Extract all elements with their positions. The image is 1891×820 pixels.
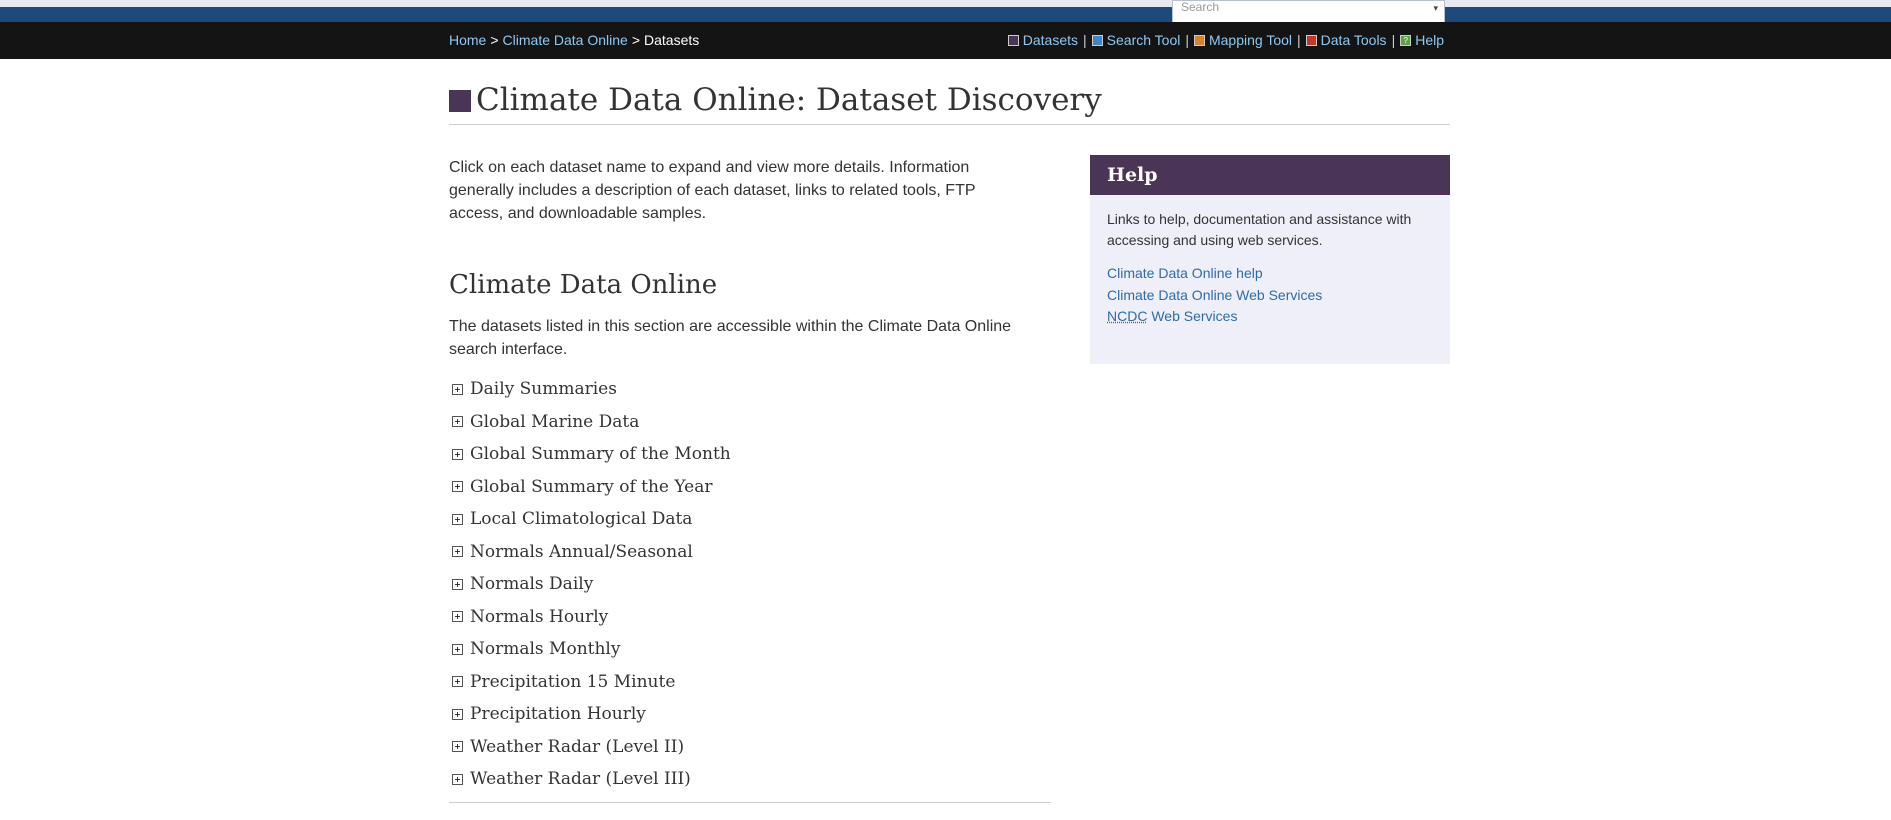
top-header-bar: Search ▾ bbox=[0, 0, 1891, 24]
nav-data-tools-label: Data Tools bbox=[1320, 32, 1387, 48]
page-title: Climate Data Online: Dataset Discovery bbox=[476, 82, 1102, 118]
nav-divider: | bbox=[1083, 32, 1087, 48]
help-heading: Help bbox=[1090, 155, 1450, 195]
nav-divider: | bbox=[1185, 32, 1189, 48]
nav-search-tool-label: Search Tool bbox=[1106, 32, 1181, 48]
expand-plus-icon[interactable] bbox=[452, 611, 463, 623]
cdo-help-link[interactable]: Climate Data Online help bbox=[1107, 263, 1433, 285]
dataset-item-weather-radar-level-3[interactable]: Weather Radar (Level III) bbox=[449, 763, 1051, 796]
expand-plus-icon[interactable] bbox=[452, 416, 463, 428]
section-heading: Climate Data Online bbox=[449, 270, 718, 300]
expand-plus-icon[interactable] bbox=[452, 383, 463, 395]
help-links: Climate Data Online help Climate Data On… bbox=[1107, 263, 1433, 328]
nav-data-tools-link[interactable]: Data Tools bbox=[1305, 32, 1387, 48]
dataset-name[interactable]: Normals Annual/Seasonal bbox=[470, 542, 693, 562]
dataset-name[interactable]: Weather Radar (Level II) bbox=[470, 737, 684, 757]
search-placeholder: Search bbox=[1181, 0, 1220, 14]
mapping-tool-square-icon bbox=[1193, 34, 1205, 46]
expand-plus-icon[interactable] bbox=[452, 643, 463, 655]
dataset-item-normals-annual-seasonal[interactable]: Normals Annual/Seasonal bbox=[449, 536, 1051, 569]
dataset-item-normals-hourly[interactable]: Normals Hourly bbox=[449, 601, 1051, 634]
breadcrumb-current: Datasets bbox=[644, 32, 700, 48]
nav-mapping-tool-label: Mapping Tool bbox=[1208, 32, 1293, 48]
ncdc-web-services-link[interactable]: NCDC Web Services bbox=[1107, 306, 1433, 328]
expand-plus-icon[interactable] bbox=[452, 676, 463, 688]
dataset-item-global-summary-month[interactable]: Global Summary of the Month bbox=[449, 438, 1051, 471]
dataset-item-global-summary-year[interactable]: Global Summary of the Year bbox=[449, 471, 1051, 504]
breadcrumb-cdo-link[interactable]: Climate Data Online bbox=[503, 32, 628, 48]
intro-text: Click on each dataset name to expand and… bbox=[449, 159, 976, 222]
dataset-name[interactable]: Precipitation 15 Minute bbox=[470, 672, 675, 692]
breadcrumb-home-link[interactable]: Home bbox=[449, 32, 486, 48]
dataset-name[interactable]: Normals Monthly bbox=[470, 639, 620, 659]
dataset-list: Daily Summaries Global Marine Data Globa… bbox=[449, 373, 1051, 796]
help-sidebar: Help Links to help, documentation and as… bbox=[1090, 155, 1450, 364]
dataset-name[interactable]: Normals Hourly bbox=[470, 607, 608, 627]
nav-datasets-label: Datasets bbox=[1022, 32, 1079, 48]
dataset-name[interactable]: Global Summary of the Month bbox=[470, 444, 731, 464]
nav-mapping-tool-link[interactable]: Mapping Tool bbox=[1193, 32, 1293, 48]
nav-datasets-link[interactable]: Datasets bbox=[1007, 32, 1079, 48]
section-divider bbox=[449, 802, 1051, 803]
title-accent-square-icon bbox=[449, 90, 471, 112]
ncdc-link-suffix: Web Services bbox=[1147, 308, 1238, 324]
expand-plus-icon[interactable] bbox=[452, 513, 463, 525]
expand-plus-icon[interactable] bbox=[452, 546, 463, 558]
dataset-name[interactable]: Weather Radar (Level III) bbox=[470, 769, 691, 789]
expand-plus-icon[interactable] bbox=[452, 773, 463, 785]
page-title-area: Climate Data Online: Dataset Discovery bbox=[449, 80, 1450, 125]
expand-plus-icon[interactable] bbox=[452, 708, 463, 720]
nav-help-link[interactable]: ? Help bbox=[1400, 32, 1444, 48]
dataset-item-normals-monthly[interactable]: Normals Monthly bbox=[449, 633, 1051, 666]
help-square-icon: ? bbox=[1400, 34, 1412, 46]
cdo-web-services-link[interactable]: Climate Data Online Web Services bbox=[1107, 285, 1433, 307]
nav-help-label: Help bbox=[1415, 32, 1444, 48]
dataset-name[interactable]: Global Marine Data bbox=[470, 412, 639, 432]
data-tools-square-icon bbox=[1305, 34, 1317, 46]
ncdc-abbreviation: NCDC bbox=[1107, 308, 1148, 324]
dataset-item-local-climatological-data[interactable]: Local Climatological Data bbox=[449, 503, 1051, 536]
dataset-name[interactable]: Daily Summaries bbox=[470, 379, 617, 399]
breadcrumb: Home > Climate Data Online > Datasets bbox=[449, 32, 699, 48]
expand-plus-icon[interactable] bbox=[452, 481, 463, 493]
nav-search-tool-link[interactable]: Search Tool bbox=[1091, 32, 1181, 48]
help-description: Links to help, documentation and assista… bbox=[1107, 211, 1412, 248]
chevron-down-icon[interactable]: ▾ bbox=[1433, 3, 1438, 14]
nav-divider: | bbox=[1297, 32, 1301, 48]
dataset-name[interactable]: Local Climatological Data bbox=[470, 509, 692, 529]
expand-plus-icon[interactable] bbox=[452, 448, 463, 460]
dataset-item-precipitation-15-minute[interactable]: Precipitation 15 Minute bbox=[449, 666, 1051, 699]
dataset-item-normals-daily[interactable]: Normals Daily bbox=[449, 568, 1051, 601]
dataset-name[interactable]: Precipitation Hourly bbox=[470, 704, 646, 724]
breadcrumb-separator: > bbox=[490, 32, 499, 48]
expand-plus-icon[interactable] bbox=[452, 741, 463, 753]
dataset-item-global-marine-data[interactable]: Global Marine Data bbox=[449, 406, 1051, 439]
nav-divider: | bbox=[1391, 32, 1396, 48]
breadcrumb-separator: > bbox=[631, 32, 641, 48]
dataset-item-daily-summaries[interactable]: Daily Summaries bbox=[449, 373, 1051, 406]
search-tool-square-icon bbox=[1091, 34, 1103, 46]
site-search-input[interactable]: Search ▾ bbox=[1172, 0, 1445, 24]
datasets-square-icon bbox=[1007, 34, 1019, 46]
dataset-item-weather-radar-level-2[interactable]: Weather Radar (Level II) bbox=[449, 731, 1051, 764]
breadcrumb-nav-bar: Home > Climate Data Online > Datasets Datase… bbox=[0, 22, 1891, 59]
dataset-name[interactable]: Global Summary of the Year bbox=[470, 477, 712, 497]
section-description: The datasets listed in this section are … bbox=[449, 318, 1012, 358]
dataset-item-precipitation-hourly[interactable]: Precipitation Hourly bbox=[449, 698, 1051, 731]
expand-plus-icon[interactable] bbox=[452, 578, 463, 590]
tool-navigation: Datasets | Search Tool | Mapping Tool | … bbox=[1007, 32, 1444, 48]
dataset-name[interactable]: Normals Daily bbox=[470, 574, 593, 594]
